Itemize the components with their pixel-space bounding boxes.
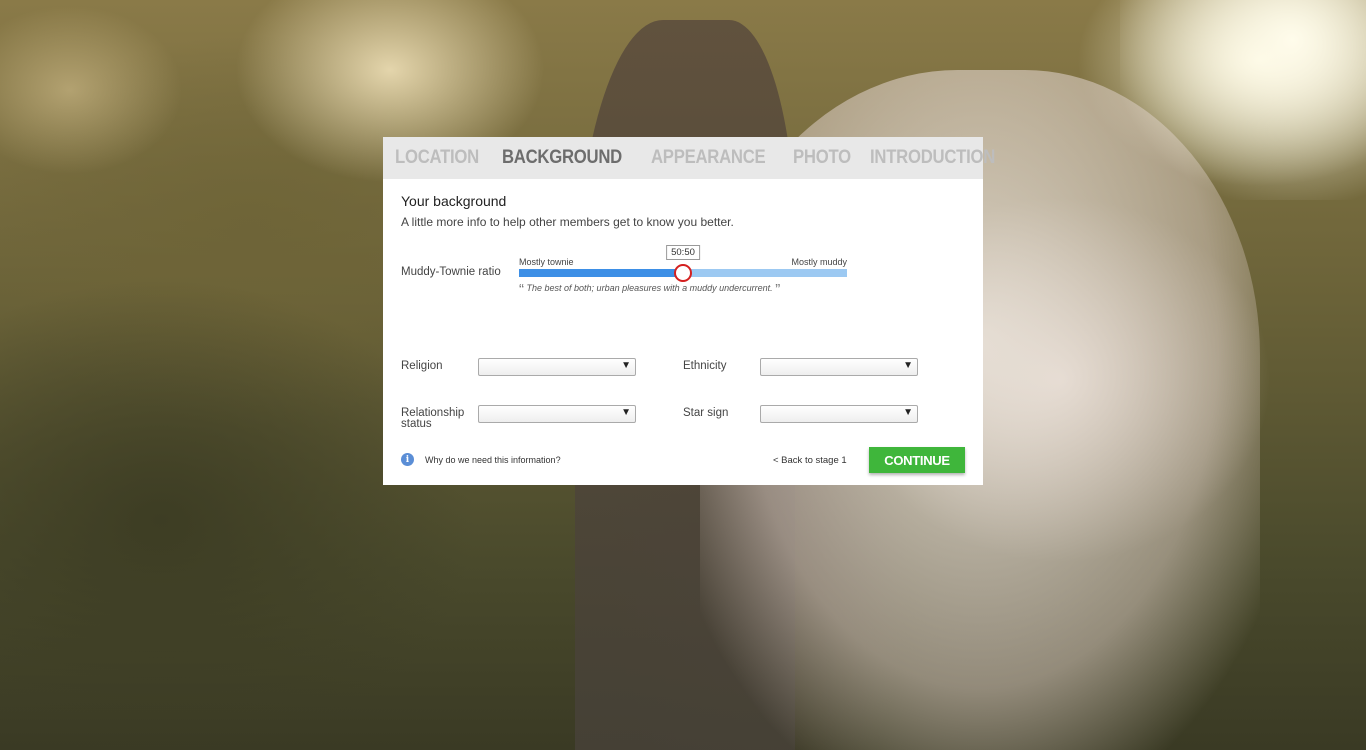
religion-label: Religion	[401, 360, 443, 372]
star-sign-select[interactable]: ▼	[760, 405, 918, 423]
section-heading: Your background	[401, 193, 507, 209]
form-content: Your background A little more info to he…	[383, 179, 983, 485]
chevron-down-icon: ▼	[903, 360, 913, 371]
religion-select[interactable]: ▼	[478, 358, 636, 376]
stage-tabs: LOCATION BACKGROUND APPEARANCE PHOTO INT…	[383, 137, 996, 179]
why-info-link[interactable]: Why do we need this information?	[425, 455, 561, 465]
close-quote-icon: ”	[775, 281, 781, 298]
slider-fill	[519, 269, 683, 277]
slider-right-label: Mostly muddy	[791, 257, 847, 267]
continue-button[interactable]: CONTINUE	[869, 447, 965, 473]
relationship-status-label: Relationship status	[401, 407, 465, 430]
tab-introduction[interactable]: INTRODUCTION	[870, 147, 995, 169]
tab-photo[interactable]: PHOTO	[793, 147, 851, 169]
tab-background[interactable]: BACKGROUND	[502, 147, 622, 169]
info-icon[interactable]: i	[401, 453, 414, 466]
slider-left-label: Mostly townie	[519, 257, 574, 267]
back-to-stage-link[interactable]: < Back to stage 1	[773, 455, 847, 466]
ethnicity-select[interactable]: ▼	[760, 358, 918, 376]
tab-location[interactable]: LOCATION	[395, 147, 479, 169]
tab-appearance[interactable]: APPEARANCE	[651, 147, 766, 169]
chevron-down-icon: ▼	[903, 407, 913, 418]
ratio-description: “ The best of both; urban pleasures with…	[519, 281, 780, 298]
profile-setup-dialog: LOCATION BACKGROUND APPEARANCE PHOTO INT…	[383, 137, 996, 485]
ratio-row: Muddy-Townie ratio Mostly townie Mostly …	[401, 245, 961, 299]
ratio-description-text: The best of both; urban pleasures with a…	[526, 283, 773, 293]
info-row: i Why do we need this information?	[401, 453, 561, 466]
ratio-label: Muddy-Townie ratio	[401, 266, 501, 278]
slider-thumb[interactable]	[674, 264, 692, 282]
star-sign-label: Star sign	[683, 407, 729, 419]
chevron-down-icon: ▼	[621, 360, 631, 371]
section-subheading: A little more info to help other members…	[401, 215, 734, 229]
background-sunlight	[1120, 0, 1366, 200]
chevron-down-icon: ▼	[621, 407, 631, 418]
open-quote-icon: “	[519, 281, 524, 298]
relationship-status-select[interactable]: ▼	[478, 405, 636, 423]
slider-value-tooltip: 50:50	[666, 245, 700, 260]
ethnicity-label: Ethnicity	[683, 360, 727, 372]
ratio-slider: Mostly townie Mostly muddy 50:50 “ The b…	[519, 245, 847, 299]
